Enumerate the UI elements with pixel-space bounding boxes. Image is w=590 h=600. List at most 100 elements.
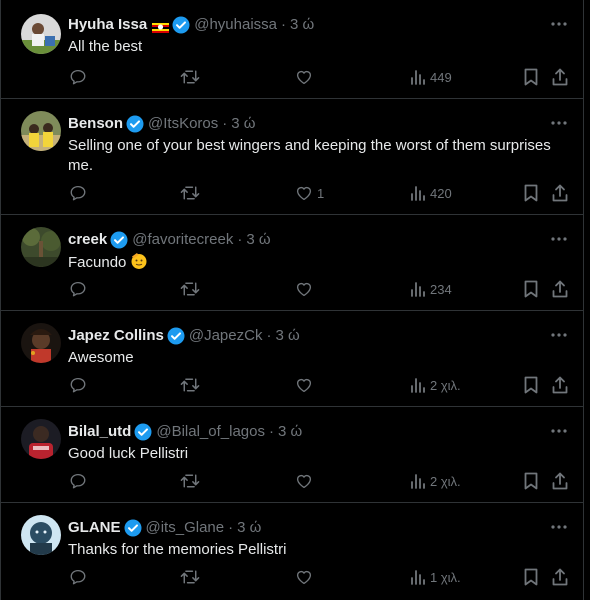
reply-icon: [70, 473, 86, 489]
author-handle[interactable]: @JapezCk: [189, 326, 263, 346]
timestamp[interactable]: 3 ώ: [278, 422, 302, 442]
reply-icon: [70, 69, 86, 85]
like-button[interactable]: [295, 375, 317, 395]
share-button[interactable]: [552, 567, 568, 587]
reply-button[interactable]: [69, 375, 87, 395]
like-icon: [296, 570, 312, 585]
bookmark-button[interactable]: [523, 375, 539, 395]
author-handle[interactable]: @ItsKoros: [148, 114, 218, 134]
share-icon: [552, 472, 568, 490]
retweet-button[interactable]: [180, 67, 200, 87]
views-icon: [411, 282, 425, 297]
author-handle[interactable]: @hyuhaissa: [194, 15, 277, 35]
bookmark-icon: [524, 376, 538, 394]
verified-badge-icon: [167, 327, 185, 345]
like-button[interactable]: [295, 471, 317, 491]
retweet-button[interactable]: [180, 567, 200, 587]
like-button[interactable]: 1: [295, 183, 324, 203]
retweet-icon: [180, 282, 200, 296]
retweet-button[interactable]: [180, 375, 200, 395]
reply-button[interactable]: [69, 279, 87, 299]
share-icon: [552, 68, 568, 86]
reply-button[interactable]: [69, 183, 87, 203]
tweet[interactable]: Hyuha Issa @hyuhaissa · 3 ώ All the best: [1, 0, 583, 99]
share-button[interactable]: [552, 375, 568, 395]
author-name[interactable]: creek: [68, 230, 107, 250]
author-name[interactable]: Bilal_utd: [68, 422, 131, 442]
avatar[interactable]: [21, 419, 61, 459]
like-button[interactable]: [295, 67, 317, 87]
tweet[interactable]: GLANE @its_Glane · 3 ώ Thanks for the me…: [1, 503, 583, 600]
views-button[interactable]: 2 χιλ.: [410, 471, 461, 491]
timestamp[interactable]: 3 ώ: [290, 15, 314, 35]
action-bar: 2 χιλ.: [1, 471, 583, 491]
timestamp[interactable]: 3 ώ: [237, 518, 261, 538]
timestamp[interactable]: 3 ώ: [275, 326, 299, 346]
reply-button[interactable]: [69, 567, 87, 587]
avatar[interactable]: [21, 515, 61, 555]
like-button[interactable]: [295, 567, 317, 587]
timestamp[interactable]: 3 ώ: [231, 114, 255, 134]
more-icon[interactable]: [549, 517, 569, 537]
views-button[interactable]: 2 χιλ.: [410, 375, 461, 395]
verified-badge-icon: [124, 519, 142, 537]
share-button[interactable]: [552, 471, 568, 491]
bookmark-button[interactable]: [523, 279, 539, 299]
bookmark-button[interactable]: [523, 471, 539, 491]
avatar[interactable]: [21, 227, 61, 267]
view-count: 420: [430, 185, 452, 201]
action-bar: 2 χιλ.: [1, 375, 583, 395]
share-button[interactable]: [552, 67, 568, 87]
more-icon[interactable]: [549, 421, 569, 441]
reply-button[interactable]: [69, 67, 87, 87]
more-icon[interactable]: [549, 325, 569, 345]
retweet-button[interactable]: [180, 183, 200, 203]
reply-button[interactable]: [69, 471, 87, 491]
more-icon[interactable]: [549, 229, 569, 249]
more-icon[interactable]: [549, 113, 569, 133]
author-name[interactable]: Hyuha Issa: [68, 15, 147, 35]
tweet[interactable]: Japez Collins @JapezCk · 3 ώ Awesome 2 χ…: [1, 311, 583, 407]
like-button[interactable]: [295, 279, 317, 299]
tweet[interactable]: creek @favoritecreek · 3 ώ Facundo 234: [1, 215, 583, 311]
action-bar: 1 420: [1, 183, 583, 203]
views-button[interactable]: 1 χιλ.: [410, 567, 461, 587]
avatar[interactable]: [21, 111, 61, 151]
action-bar: 1 χιλ.: [1, 567, 583, 587]
reply-icon: [70, 185, 86, 201]
author-name[interactable]: Benson: [68, 114, 123, 134]
share-button[interactable]: [552, 279, 568, 299]
tweet-header: Benson @ItsKoros · 3 ώ: [68, 114, 543, 134]
retweet-button[interactable]: [180, 471, 200, 491]
avatar[interactable]: [21, 323, 61, 363]
avatar[interactable]: [21, 14, 61, 54]
author-name[interactable]: GLANE: [68, 518, 121, 538]
separator-dot: ·: [237, 231, 243, 248]
share-icon: [552, 280, 568, 298]
separator-dot: ·: [228, 519, 234, 536]
more-icon[interactable]: [549, 14, 569, 34]
views-button[interactable]: 420: [410, 183, 452, 203]
views-button[interactable]: 234: [410, 279, 452, 299]
author-handle[interactable]: @its_Glane: [146, 518, 225, 538]
like-count: 1: [317, 185, 325, 201]
tweet[interactable]: Benson @ItsKoros · 3 ώ Selling one of yo…: [1, 99, 583, 215]
share-button[interactable]: [552, 183, 568, 203]
retweet-button[interactable]: [180, 279, 200, 299]
bookmark-button[interactable]: [523, 567, 539, 587]
verified-badge-icon: [110, 231, 128, 249]
author-handle[interactable]: @Bilal_of_lagos: [156, 422, 265, 442]
views-button[interactable]: 449: [410, 67, 452, 87]
bookmark-button[interactable]: [523, 183, 539, 203]
view-count: 234: [430, 281, 452, 297]
author-handle[interactable]: @favoritecreek: [132, 230, 233, 250]
tweet[interactable]: Bilal_utd @Bilal_of_lagos · 3 ώ Good luc…: [1, 407, 583, 503]
timestamp[interactable]: 3 ώ: [246, 230, 270, 250]
author-name[interactable]: Japez Collins: [68, 326, 164, 346]
action-bar: 449: [1, 67, 583, 87]
share-icon: [552, 568, 568, 586]
reply-feed: Hyuha Issa @hyuhaissa · 3 ώ All the best: [0, 0, 584, 600]
verified-badge-icon: [126, 115, 144, 133]
like-icon: [296, 474, 312, 489]
bookmark-button[interactable]: [523, 67, 539, 87]
